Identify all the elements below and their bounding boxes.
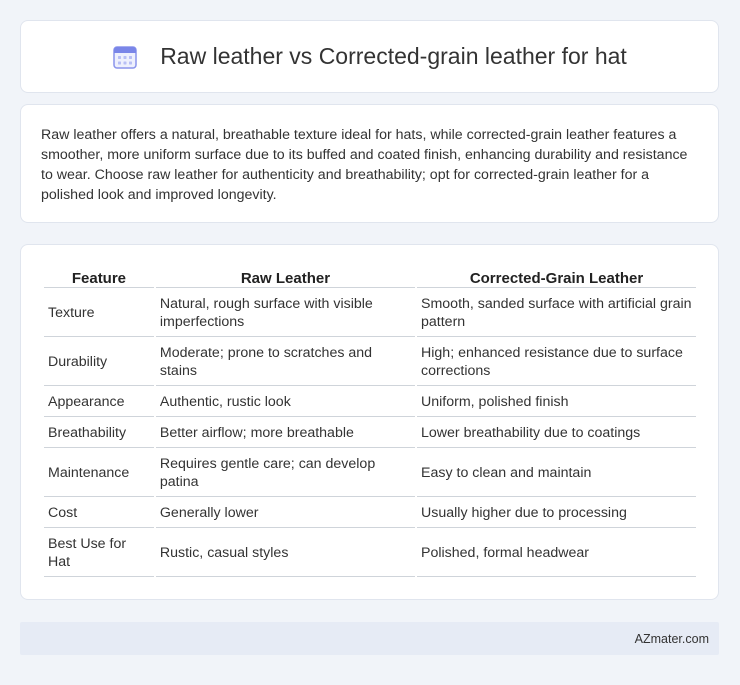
header-feature: Feature	[44, 267, 154, 288]
comparison-table: Feature Raw Leather Corrected-Grain Leat…	[42, 265, 698, 579]
footer-site-name: AZmater.com	[634, 631, 709, 646]
table-row: Breathability Better airflow; more breat…	[44, 419, 696, 448]
table-row: Maintenance Requires gentle care; can de…	[44, 450, 696, 497]
corrected-grain-cell: Smooth, sanded surface with artificial g…	[417, 290, 696, 337]
corrected-grain-cell: Lower breathability due to coatings	[417, 419, 696, 448]
table-row: Cost Generally lower Usually higher due …	[44, 499, 696, 528]
corrected-grain-cell: Easy to clean and maintain	[417, 450, 696, 497]
feature-cell: Best Use for Hat	[44, 530, 154, 577]
header-raw-leather: Raw Leather	[155, 267, 416, 288]
intro-card: Raw leather offers a natural, breathable…	[20, 104, 719, 223]
title-card: Raw leather vs Corrected-grain leather f…	[20, 20, 719, 93]
table-row: Appearance Authentic, rustic look Unifor…	[44, 388, 696, 417]
raw-leather-cell: Authentic, rustic look	[155, 388, 416, 417]
intro-paragraph: Raw leather offers a natural, breathable…	[41, 127, 688, 203]
raw-leather-cell: Rustic, casual styles	[155, 530, 416, 577]
raw-leather-cell: Requires gentle care; can develop patina	[155, 450, 416, 497]
table-header-row: Feature Raw Leather Corrected-Grain Leat…	[44, 267, 696, 288]
feature-cell: Texture	[44, 290, 154, 337]
footer: AZmater.com	[20, 622, 719, 655]
header-corrected-grain: Corrected-Grain Leather	[417, 267, 696, 288]
corrected-grain-cell: High; enhanced resistance due to surface…	[417, 339, 696, 386]
calendar-icon	[113, 45, 137, 69]
feature-cell: Cost	[44, 499, 154, 528]
comparison-card: Feature Raw Leather Corrected-Grain Leat…	[20, 244, 719, 600]
feature-cell: Maintenance	[44, 450, 154, 497]
table-row: Best Use for Hat Rustic, casual styles P…	[44, 530, 696, 577]
feature-cell: Durability	[44, 339, 154, 386]
raw-leather-cell: Moderate; prone to scratches and stains	[155, 339, 416, 386]
corrected-grain-cell: Usually higher due to processing	[417, 499, 696, 528]
feature-cell: Breathability	[44, 419, 154, 448]
raw-leather-cell: Better airflow; more breathable	[155, 419, 416, 448]
corrected-grain-cell: Uniform, polished finish	[417, 388, 696, 417]
raw-leather-cell: Natural, rough surface with visible impe…	[155, 290, 416, 337]
page-title: Raw leather vs Corrected-grain leather f…	[160, 43, 627, 69]
table-row: Durability Moderate; prone to scratches …	[44, 339, 696, 386]
corrected-grain-cell: Polished, formal headwear	[417, 530, 696, 577]
raw-leather-cell: Generally lower	[155, 499, 416, 528]
feature-cell: Appearance	[44, 388, 154, 417]
table-row: Texture Natural, rough surface with visi…	[44, 290, 696, 337]
